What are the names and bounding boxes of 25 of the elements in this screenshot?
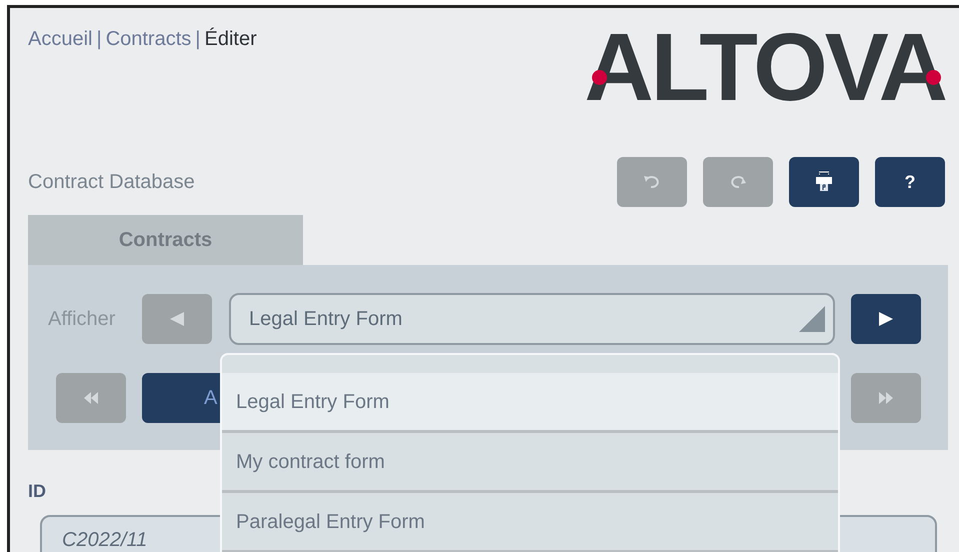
- altova-logo: ALTOVA: [584, 20, 945, 116]
- redo-icon: [729, 175, 747, 189]
- breadcrumb-separator: |: [96, 27, 102, 52]
- breadcrumb-link[interactable]: Accueil: [28, 24, 92, 54]
- breadcrumb-separator: |: [195, 27, 200, 52]
- dropdown-option[interactable]: My contract form: [222, 433, 838, 493]
- dropdown-option[interactable]: Legal Entry Form: [222, 373, 838, 433]
- view-label: Afficher: [48, 307, 116, 332]
- printer-icon: [815, 171, 833, 193]
- double-right-icon: [878, 391, 894, 405]
- breadcrumb-link[interactable]: Contracts: [106, 24, 192, 54]
- help-button[interactable]: ?: [875, 157, 945, 207]
- right-triangle-icon: [879, 312, 893, 326]
- double-left-icon: [83, 391, 99, 405]
- app-title: Contract Database: [28, 170, 195, 195]
- print-button[interactable]: [789, 157, 859, 207]
- dropdown-option[interactable]: Paralegal Entry Form: [222, 493, 838, 552]
- field-label: ID: [28, 480, 46, 503]
- tab[interactable]: Contracts: [28, 215, 303, 265]
- dropdown-arrow-icon: [799, 306, 825, 332]
- view-select[interactable]: Legal Entry Form: [229, 293, 835, 345]
- next-button[interactable]: [851, 294, 921, 344]
- left-triangle-icon: [170, 312, 184, 326]
- undo-icon: [643, 175, 661, 189]
- breadcrumb-current: Éditer: [204, 26, 257, 52]
